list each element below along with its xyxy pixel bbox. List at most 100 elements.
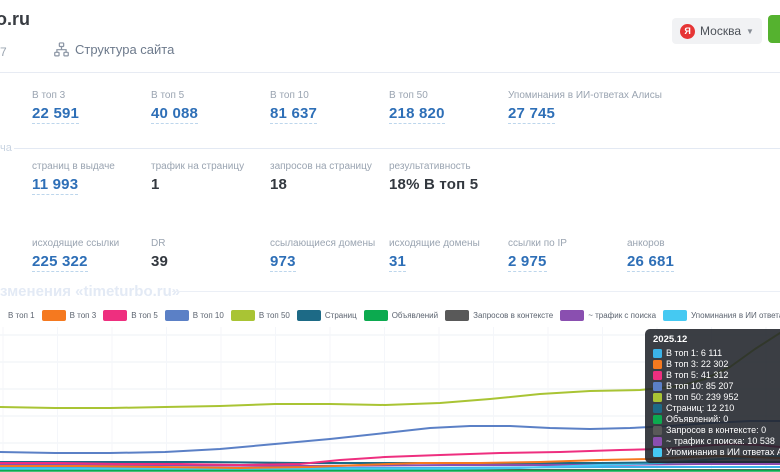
action-button-cut[interactable] <box>768 15 780 43</box>
tooltip-row: Запросов в контексте: 0 <box>653 425 780 436</box>
tooltip-swatch-icon <box>653 404 662 413</box>
tooltip-swatch-icon <box>653 415 662 424</box>
metric-value[interactable]: 31 <box>389 253 406 272</box>
metric-cell: ссылающиеся домены 973 <box>270 238 389 272</box>
legend-item[interactable]: В топ 1 <box>8 311 35 320</box>
metrics-row-visibility: В топ 322 591В топ 5 40 088 В топ 10 81 637… <box>32 90 627 124</box>
sitemap-icon <box>54 42 69 57</box>
legend-item[interactable]: В топ 5 <box>103 310 158 321</box>
metric-cell: результативность18% В топ 5 <box>389 161 508 195</box>
metric-value[interactable]: 27 745 <box>508 105 555 124</box>
tooltip-row: В топ 50: 239 952 <box>653 392 780 403</box>
divider <box>172 291 780 292</box>
metric-value[interactable]: 22 591 <box>32 105 79 124</box>
tooltip-swatch-icon <box>653 393 662 402</box>
metric-cell: анкоров 26 681 <box>627 238 746 272</box>
nav-number-fragment: 7 <box>0 45 7 59</box>
legend-item[interactable]: Упоминания в ИИ ответах Алисы <box>663 310 780 321</box>
legend-swatch-icon <box>103 310 127 321</box>
divider <box>0 72 780 73</box>
tooltip-row: В топ 1: 6 111 <box>653 348 780 359</box>
metric-value: 39 <box>151 253 270 270</box>
legend-swatch-icon <box>560 310 584 321</box>
metric-label: анкоров <box>627 238 746 249</box>
legend-label: Запросов в контексте <box>473 311 553 320</box>
legend-swatch-icon <box>663 310 687 321</box>
tooltip-date: 2025.12 <box>653 334 780 345</box>
metric-cell: DR 39 <box>151 238 270 272</box>
metric-cell: Упоминания в ИИ-ответах Алисы27 745 <box>508 90 627 124</box>
metric-cell: В топ 50 218 820 <box>389 90 508 124</box>
chevron-down-icon: ▼ <box>746 27 754 36</box>
tooltip-swatch-icon <box>653 371 662 380</box>
metric-value[interactable]: 81 637 <box>270 105 317 124</box>
metric-label: ссылки по IP <box>508 238 627 249</box>
legend-item[interactable]: В топ 3 <box>42 310 97 321</box>
metrics-row-links: исходящие ссылки 225 322 DR 39ссылающиеся д… <box>32 238 746 272</box>
metric-label: исходящие домены <box>389 238 508 249</box>
chart-tooltip: 2025.12 В топ 1: 6 111В топ 3: 22 302В т… <box>645 329 780 463</box>
metric-cell: В топ 322 591 <box>32 90 151 124</box>
legend-item[interactable]: ~ трафик с поиска <box>560 310 656 321</box>
legend-swatch-icon <box>297 310 321 321</box>
legend-swatch-icon <box>165 310 189 321</box>
tooltip-row: В топ 10: 85 207 <box>653 381 780 392</box>
metric-label: В топ 50 <box>389 90 508 101</box>
metric-label: В топ 10 <box>270 90 389 101</box>
metric-value[interactable]: 11 993 <box>32 176 78 195</box>
yandex-icon: Я <box>680 24 695 39</box>
metric-label: трафик на страницу <box>151 161 270 172</box>
region-label: Москва <box>700 24 741 38</box>
legend-item[interactable]: Запросов в контексте <box>445 310 553 321</box>
legend-label: В топ 3 <box>70 311 97 320</box>
metric-value[interactable]: 40 088 <box>151 105 198 124</box>
site-structure-label: Структура сайта <box>75 42 174 57</box>
metric-value[interactable]: 225 322 <box>32 253 88 272</box>
legend-label: В топ 50 <box>259 311 290 320</box>
tooltip-row: Страниц: 12 210 <box>653 403 780 414</box>
region-selector[interactable]: Я Москва ▼ <box>672 18 762 44</box>
tooltip-row: В топ 3: 22 302 <box>653 359 780 370</box>
metric-cell: трафик на страницу1 <box>151 161 270 195</box>
metric-value[interactable]: 2 975 <box>508 253 547 272</box>
tooltip-swatch-icon <box>653 360 662 369</box>
legend-label: ~ трафик с поиска <box>588 311 656 320</box>
divider <box>14 148 780 149</box>
metric-label: DR <box>151 238 270 249</box>
metric-label: исходящие ссылки <box>32 238 151 249</box>
metric-value[interactable]: 973 <box>270 253 296 272</box>
tooltip-swatch-icon <box>653 437 662 446</box>
legend-swatch-icon <box>445 310 469 321</box>
legend-item[interactable]: В топ 10 <box>165 310 224 321</box>
legend-label: В топ 5 <box>131 311 158 320</box>
chart-legend: В топ 1 В топ 3 В топ 5 В топ 10 В топ 50 Стр… <box>8 307 780 323</box>
metric-cell: В топ 5 40 088 <box>151 90 270 124</box>
tooltip-swatch-icon <box>653 382 662 391</box>
metric-label: В топ 5 <box>151 90 270 101</box>
metric-cell: страниц в выдаче 11 993 <box>32 161 151 195</box>
metric-label: страниц в выдаче <box>32 161 151 172</box>
tooltip-swatch-icon <box>653 448 662 457</box>
legend-swatch-icon <box>42 310 66 321</box>
legend-label: В топ 1 <box>8 311 35 320</box>
legend-item[interactable]: В топ 50 <box>231 310 290 321</box>
serp-section-header-fragment: ча <box>0 142 12 154</box>
metrics-row-serp: страниц в выдаче 11 993 трафик на страницу… <box>32 161 508 195</box>
domain-title: o.ru <box>0 9 30 30</box>
metric-cell: запросов на страницу18 <box>270 161 389 195</box>
tooltip-row: ~ трафик с поиска: 10 538 <box>653 436 780 447</box>
legend-label: Упоминания в ИИ ответах Алисы <box>691 311 780 320</box>
metric-value[interactable]: 218 820 <box>389 105 445 124</box>
metric-value: 18% В топ 5 <box>389 176 508 193</box>
tooltip-swatch-icon <box>653 426 662 435</box>
tooltip-swatch-icon <box>653 349 662 358</box>
site-structure-link[interactable]: Структура сайта <box>54 42 174 57</box>
tooltip-rows: В топ 1: 6 111В топ 3: 22 302В топ 5: 41… <box>653 348 780 458</box>
metric-cell: исходящие домены 31 <box>389 238 508 272</box>
chart-section-title: зменения «timeturbo.ru» <box>0 283 180 300</box>
legend-item[interactable]: Страниц <box>297 310 357 321</box>
legend-label: В топ 10 <box>193 311 224 320</box>
legend-item[interactable]: Объявлений <box>364 310 438 321</box>
metric-label: ссылающиеся домены <box>270 238 389 249</box>
metric-value[interactable]: 26 681 <box>627 253 674 272</box>
